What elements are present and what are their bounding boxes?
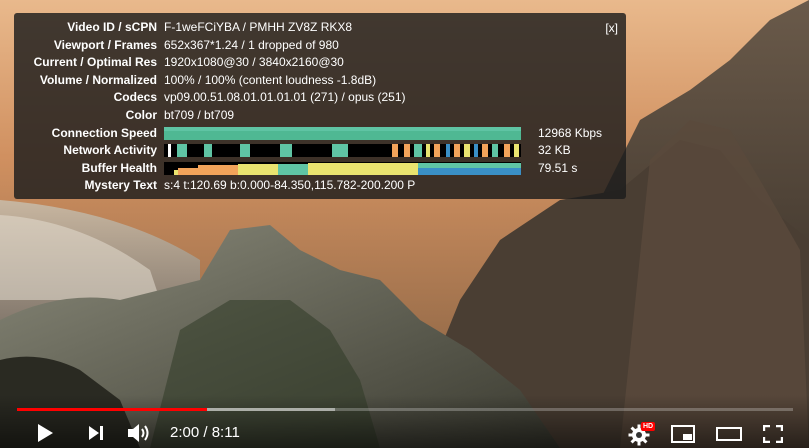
time-current: 2:00 bbox=[170, 424, 200, 441]
stats-label: Video ID / sCPN bbox=[67, 20, 157, 34]
stats-label: Codecs bbox=[113, 90, 157, 105]
buffer-health-value: 79.51 s bbox=[538, 160, 578, 175]
progress-bar[interactable] bbox=[17, 408, 793, 411]
buffer-health-graph bbox=[164, 162, 521, 176]
stats-value: 1920x1080@30 / 3840x2160@30 bbox=[164, 55, 344, 70]
stats-value: bt709 / bt709 bbox=[164, 107, 235, 122]
stats-row-video-id: Video ID / sCPN F-1weFCiYBA / PMHH ZV8Z … bbox=[14, 19, 626, 37]
stats-row-codecs: Codecs vp09.00.51.08.01.01.01.01 (271) /… bbox=[14, 89, 626, 107]
played-bar bbox=[17, 408, 208, 411]
miniplayer-icon[interactable] bbox=[671, 425, 695, 443]
stats-value: 100% / 100% (content loudness -1.8dB) bbox=[164, 72, 377, 87]
stats-row-volume: Volume / Normalized 100% / 100% (content… bbox=[14, 72, 626, 90]
fullscreen-icon[interactable] bbox=[763, 425, 783, 443]
stats-row-connection-speed: Connection Speed 12968 Kbps bbox=[14, 125, 626, 143]
stats-label: Color bbox=[125, 107, 157, 122]
network-activity-value: 32 KB bbox=[538, 143, 571, 158]
stats-label: Buffer Health bbox=[81, 160, 157, 175]
stats-label: Connection Speed bbox=[51, 125, 157, 140]
stats-row-viewport: Viewport / Frames 652x367*1.24 / 1 dropp… bbox=[14, 37, 626, 55]
time-display: 2:00 / 8:11 bbox=[170, 424, 240, 441]
stats-label: Viewport / Frames bbox=[53, 37, 157, 52]
volume-icon[interactable] bbox=[127, 422, 153, 444]
time-separator: / bbox=[199, 424, 212, 441]
stats-row-mystery-text: Mystery Text s:4 t:120.69 b:0.000-84.350… bbox=[14, 177, 626, 195]
stats-for-nerds-panel: [x] Video ID / sCPN F-1weFCiYBA / PMHH Z… bbox=[14, 13, 626, 199]
stats-label: Current / Optimal Res bbox=[33, 55, 157, 70]
stats-row-resolution: Current / Optimal Res 1920x1080@30 / 384… bbox=[14, 54, 626, 72]
network-activity-graph bbox=[164, 144, 521, 158]
stats-label: Network Activity bbox=[63, 143, 157, 158]
hd-badge: HD bbox=[641, 422, 656, 431]
stats-label: Mystery Text bbox=[84, 178, 157, 193]
stats-value: 652x367*1.24 / 1 dropped of 980 bbox=[164, 37, 339, 52]
time-total: 8:11 bbox=[211, 424, 240, 441]
stats-row-network-activity: Network Activity 32 KB bbox=[14, 142, 626, 160]
stats-label: Volume / Normalized bbox=[39, 72, 157, 87]
stats-value: vp09.00.51.08.01.01.01.01 (271) / opus (… bbox=[164, 90, 406, 105]
theater-mode-icon[interactable] bbox=[716, 427, 742, 441]
connection-speed-value: 12968 Kbps bbox=[538, 125, 603, 140]
stats-value: F-1weFCiYBA / PMHH ZV8Z RKX8 bbox=[164, 20, 353, 34]
next-icon[interactable] bbox=[88, 425, 104, 441]
close-stats-button[interactable]: [x] bbox=[605, 20, 618, 38]
stats-row-buffer-health: Buffer Health 79.51 s bbox=[14, 160, 626, 178]
stats-value: s:4 t:120.69 b:0.000-84.350,115.782-200.… bbox=[164, 178, 416, 193]
stats-row-color: Color bt709 / bt709 bbox=[14, 107, 626, 125]
connection-speed-graph bbox=[164, 126, 521, 140]
play-icon[interactable] bbox=[36, 423, 54, 443]
